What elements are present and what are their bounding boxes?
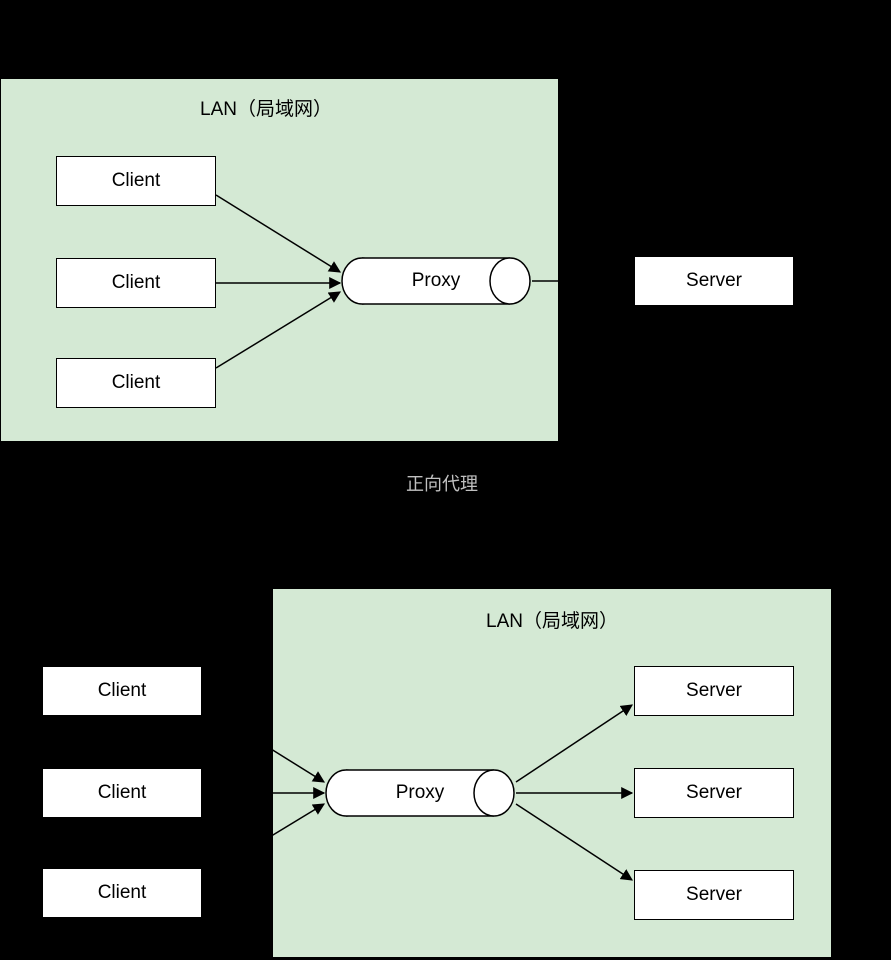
server-box: Server xyxy=(634,666,794,716)
diagram-canvas: LAN（局域网） Client Client Client Proxy Serv… xyxy=(0,0,891,960)
client-box: Client xyxy=(56,358,216,408)
client-box: Client xyxy=(56,258,216,308)
server-label: Server xyxy=(686,680,742,702)
server-box: Server xyxy=(634,768,794,818)
client-label: Client xyxy=(112,272,161,294)
server-label: Server xyxy=(686,270,742,292)
client-label: Client xyxy=(98,882,147,904)
server-label: Server xyxy=(686,782,742,804)
client-label: Client xyxy=(112,372,161,394)
proxy-node-reverse: Proxy xyxy=(324,768,516,818)
lan-title-reverse: LAN（局域网） xyxy=(486,606,618,633)
proxy-node-forward: Proxy xyxy=(340,256,532,306)
proxy-label: Proxy xyxy=(396,782,445,804)
client-label: Client xyxy=(98,680,147,702)
client-box: Client xyxy=(42,868,202,918)
client-label: Client xyxy=(112,170,161,192)
server-box: Server xyxy=(634,256,794,306)
server-label: Server xyxy=(686,884,742,906)
caption-forward: 正向代理 xyxy=(406,470,478,496)
client-box: Client xyxy=(42,666,202,716)
server-box: Server xyxy=(634,870,794,920)
proxy-label: Proxy xyxy=(412,270,461,292)
client-box: Client xyxy=(42,768,202,818)
client-box: Client xyxy=(56,156,216,206)
client-label: Client xyxy=(98,782,147,804)
lan-title-forward: LAN（局域网） xyxy=(200,94,332,121)
